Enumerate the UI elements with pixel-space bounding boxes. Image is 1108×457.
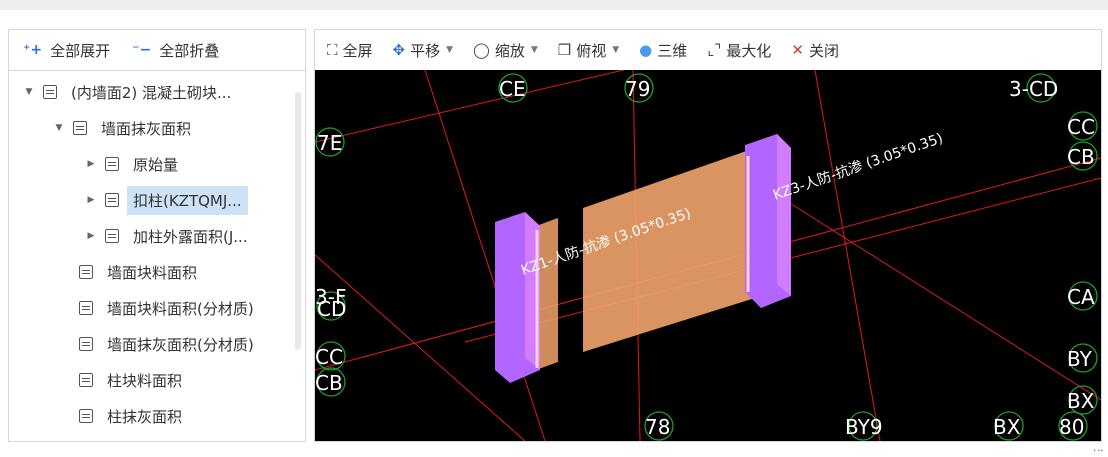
axis-label: CB xyxy=(1067,145,1095,169)
tree-scrollbar[interactable] xyxy=(295,92,301,350)
collapse-all-button[interactable]: ⁻− 全部折叠 xyxy=(132,40,219,61)
column-left[interactable] xyxy=(495,212,540,383)
top-view-label: 俯视 xyxy=(576,41,607,60)
maximize-button[interactable]: ⌞⌝ 最大化 xyxy=(707,40,771,61)
document-icon xyxy=(105,157,119,171)
wall-face[interactable] xyxy=(583,148,755,352)
document-icon xyxy=(79,337,93,351)
tree-node-label: 墙面抹灰面积 xyxy=(101,119,192,138)
tree-node-original-quantity[interactable]: ▶ 原始量 xyxy=(85,149,178,179)
axis-label: CA xyxy=(1067,285,1095,309)
document-icon xyxy=(105,229,119,243)
close-icon: ✕ xyxy=(791,41,804,59)
zoom-label: 缩放 xyxy=(494,41,525,60)
axis-label: 3-CD xyxy=(1009,77,1058,101)
fullscreen-button[interactable]: ⛶ 全屏 xyxy=(327,40,373,61)
tree-node-column-plaster-area[interactable]: 柱抹灰面积 xyxy=(55,401,182,431)
axis-label: 78 xyxy=(645,415,670,439)
resize-grip-icon[interactable]: ⠠⠤ xyxy=(1089,444,1104,455)
collapse-minus-icon: ⁻− xyxy=(132,42,152,58)
zoom-magnifier-icon: ◯ xyxy=(473,41,490,59)
grid-line xyxy=(784,199,1101,401)
document-icon xyxy=(79,409,93,423)
document-icon xyxy=(79,265,93,279)
scene-svg[interactable]: KZ1-人防-抗渗 (3.05*0.35) KZ3-人防-抗渗 (3.05*0.… xyxy=(315,70,1101,441)
quantity-tree-panel: ⁺+ 全部展开 ⁻− 全部折叠 ▼ (内墙面2) 混凝土砌块... ▼ 墙面抹灰… xyxy=(8,29,306,442)
collapsed-arrow-icon[interactable]: ▶ xyxy=(85,231,97,241)
fullscreen-icon: ⛶ xyxy=(327,41,338,59)
axis-label: 7E xyxy=(317,131,342,155)
3d-canvas[interactable]: KZ1-人防-抗渗 (3.05*0.35) KZ3-人防-抗渗 (3.05*0.… xyxy=(315,70,1101,441)
collapsed-arrow-icon[interactable]: ▶ xyxy=(85,159,97,169)
three-d-label: 三维 xyxy=(657,41,688,60)
axis-label: CE xyxy=(499,77,526,101)
expand-arrow-icon[interactable]: ▼ xyxy=(23,87,35,97)
axis-label: CC xyxy=(1067,115,1095,139)
tree-node-label: 原始量 xyxy=(133,155,179,174)
zoom-dropdown-icon[interactable]: ▼ xyxy=(531,45,538,55)
document-icon xyxy=(79,373,93,387)
axis-label: 79 xyxy=(625,77,650,101)
top-strip xyxy=(0,0,1108,10)
tree-node-label: 墙面块料面积(分材质) xyxy=(107,299,254,318)
tree-node-plaster-area[interactable]: ▼ 墙面抹灰面积 xyxy=(53,113,191,143)
close-label: 关闭 xyxy=(808,41,839,60)
tree-node-label: 柱块料面积 xyxy=(107,371,183,390)
axis-label: CB xyxy=(315,371,343,395)
maximize-icon: ⌞⌝ xyxy=(707,41,722,59)
axis-label: 80 xyxy=(1059,415,1084,439)
tree-node-label: 墙面块料面积 xyxy=(107,263,198,282)
close-button[interactable]: ✕ 关闭 xyxy=(791,40,839,61)
expand-arrow-icon[interactable]: ▼ xyxy=(53,123,65,133)
expand-all-button[interactable]: ⁺+ 全部展开 xyxy=(23,40,110,61)
pan-move-icon: ✥ xyxy=(392,41,406,59)
top-view-button[interactable]: ❒ 俯视 ▼ xyxy=(558,40,619,61)
axis-label: BX xyxy=(1067,389,1095,413)
axis-label: BX xyxy=(993,415,1021,439)
tree-node-label: 柱抹灰面积 xyxy=(107,407,183,426)
tree-node-label: 加柱外露面积(J... xyxy=(133,227,248,246)
column-right-label: KZ3-人防-抗渗 (3.05*0.35) xyxy=(771,131,945,204)
tree-node-plaster-area-material[interactable]: 墙面抹灰面积(分材质) xyxy=(55,329,254,359)
collapse-all-label: 全部折叠 xyxy=(159,41,220,60)
three-d-button[interactable]: ● 三维 xyxy=(639,40,687,61)
sphere-icon: ● xyxy=(639,41,653,59)
cube-icon: ❒ xyxy=(557,41,572,59)
tree-node-wall-surface[interactable]: ▼ (内墙面2) 混凝土砌块... xyxy=(23,77,232,107)
tree-toolbar: ⁺+ 全部展开 ⁻− 全部折叠 xyxy=(9,30,305,71)
view-dropdown-icon[interactable]: ▼ xyxy=(612,45,619,55)
zoom-button[interactable]: ◯ 缩放 ▼ xyxy=(473,40,538,61)
column-right-side xyxy=(777,134,791,296)
document-icon xyxy=(105,193,119,207)
grid-line xyxy=(814,70,881,441)
axis-label: CC xyxy=(315,345,343,369)
tree-node-label: 扣柱(KZTQMJ... xyxy=(127,185,248,215)
tree-node-tile-area[interactable]: 墙面块料面积 xyxy=(55,257,197,287)
tree-node-column-tile-area[interactable]: 柱块料面积 xyxy=(55,365,182,395)
tree-node-tile-area-material[interactable]: 墙面块料面积(分材质) xyxy=(55,293,254,323)
document-icon xyxy=(73,121,87,135)
document-icon xyxy=(43,85,57,99)
grid-line xyxy=(315,70,626,143)
axis-label: BY9 xyxy=(845,415,883,439)
3d-viewer-panel: ⛶ 全屏 ✥ 平移 ▼ ◯ 缩放 ▼ ❒ 俯视 ▼ ● 三维 ⌞⌝ 最大化 ✕ … xyxy=(314,29,1102,442)
pan-dropdown-icon[interactable]: ▼ xyxy=(446,45,453,55)
viewer-toolbar: ⛶ 全屏 ✥ 平移 ▼ ◯ 缩放 ▼ ❒ 俯视 ▼ ● 三维 ⌞⌝ 最大化 ✕ … xyxy=(315,30,1101,71)
document-icon xyxy=(79,301,93,315)
fullscreen-label: 全屏 xyxy=(342,41,373,60)
tree-node-deduct-column[interactable]: ▶ 扣柱(KZTQMJ... xyxy=(85,185,248,215)
pan-button[interactable]: ✥ 平移 ▼ xyxy=(393,40,454,61)
expand-plus-icon: ⁺+ xyxy=(23,42,43,58)
tree-node-label: (内墙面2) 混凝土砌块... xyxy=(71,83,232,102)
expand-all-label: 全部展开 xyxy=(50,41,111,60)
column-right[interactable] xyxy=(745,134,791,308)
tree-node-label: 墙面抹灰面积(分材质) xyxy=(107,335,254,354)
maximize-label: 最大化 xyxy=(726,41,772,60)
axis-label: BY xyxy=(1067,347,1093,371)
collapsed-arrow-icon[interactable]: ▶ xyxy=(85,195,97,205)
pan-label: 平移 xyxy=(410,41,441,60)
axis-label: CD xyxy=(317,297,346,321)
tree-node-add-column-exposed[interactable]: ▶ 加柱外露面积(J... xyxy=(85,221,248,251)
